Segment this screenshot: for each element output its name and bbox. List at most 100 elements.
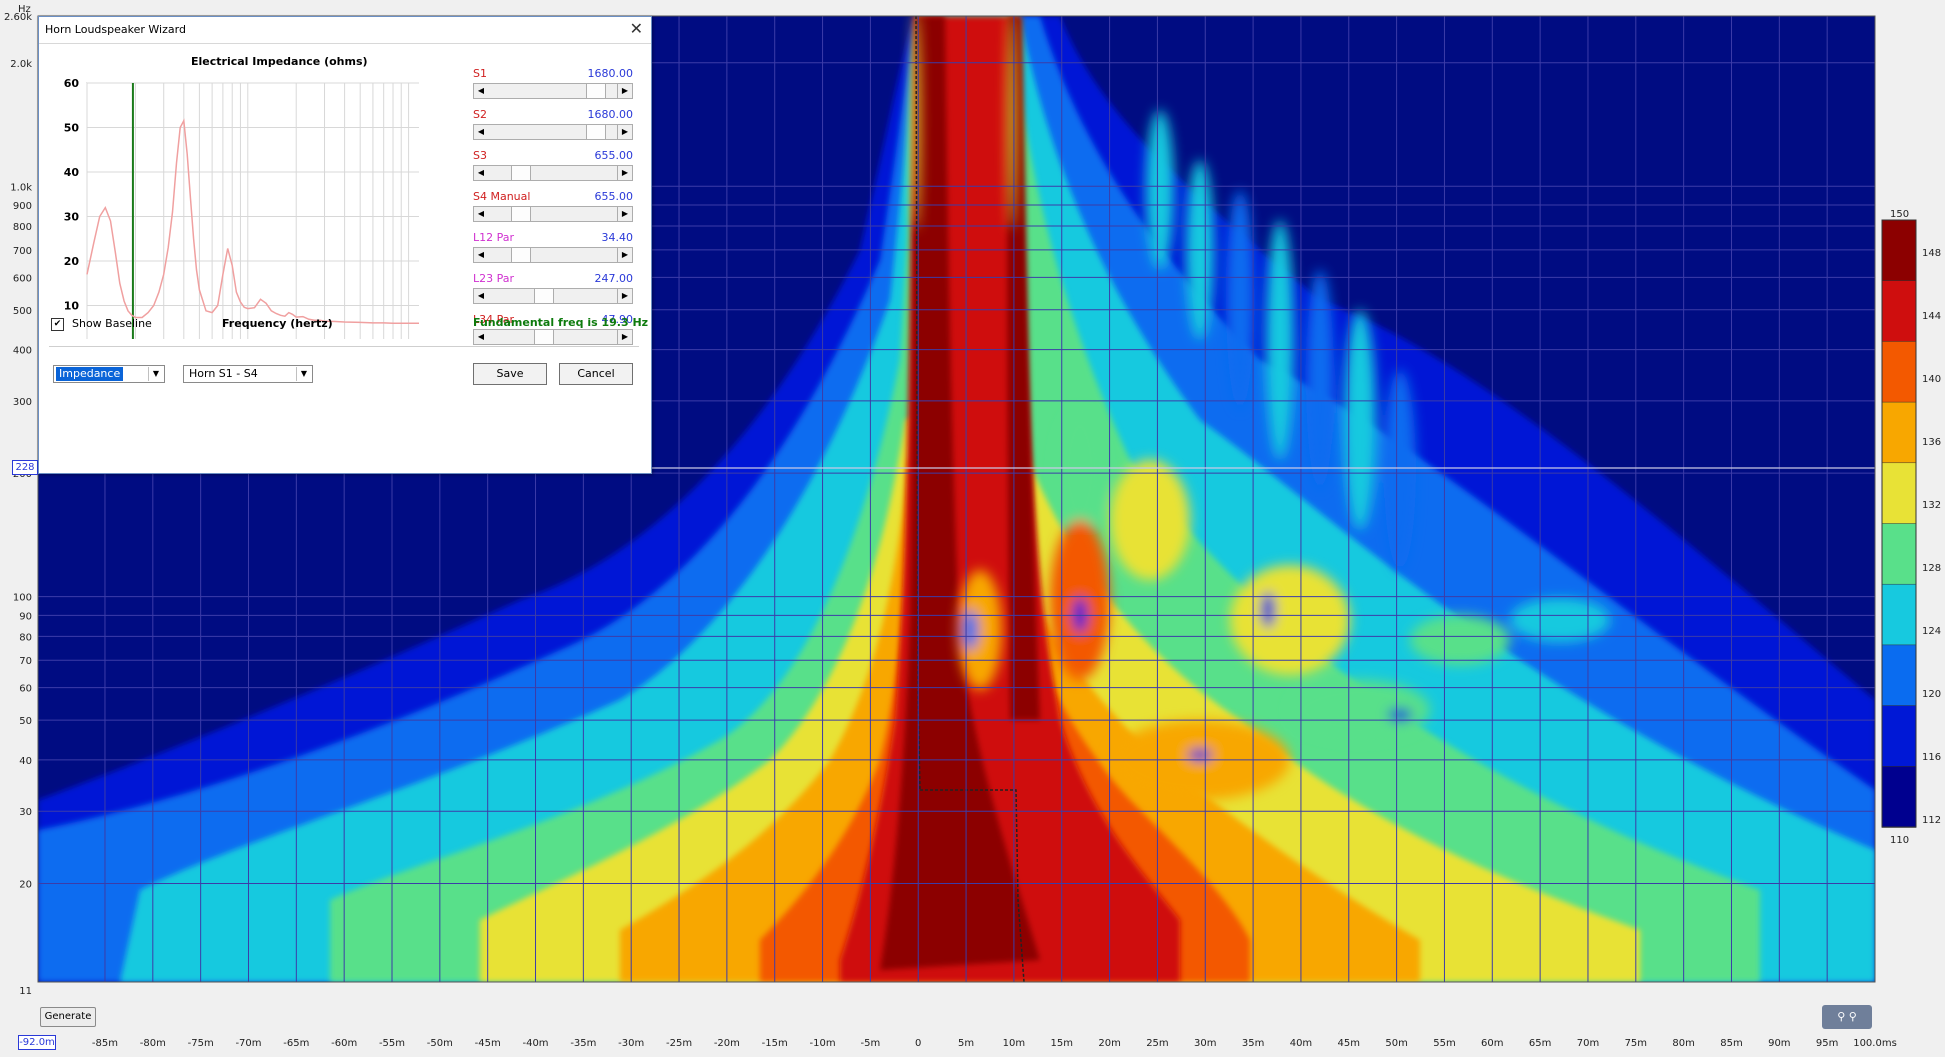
arrow-left-icon[interactable]: ◀ (474, 248, 488, 262)
x-tick-label: 15m (1051, 1038, 1073, 1049)
x-tick-label: 50m (1385, 1038, 1407, 1049)
y-tick-label: 90 (19, 611, 32, 622)
y-tick-label: 11 (19, 986, 32, 997)
slider-s1[interactable]: ◀ ▶ (473, 83, 633, 99)
x-tick-label: -10m (810, 1038, 836, 1049)
y-tick-label: 400 (13, 346, 32, 357)
color-scale-label: 148 (1922, 248, 1941, 259)
slider-thumb[interactable] (510, 248, 531, 262)
x-tick-label: 85m (1720, 1038, 1742, 1049)
save-button[interactable]: Save (473, 363, 547, 385)
y-tick-label: 500 (13, 306, 32, 317)
x-tick-label: 55m (1433, 1038, 1455, 1049)
color-scale-band (1881, 644, 1917, 707)
slider-label-s4: S4 Manual (473, 190, 531, 203)
slider-s4[interactable]: ◀ ▶ (473, 206, 633, 222)
arrow-left-icon[interactable]: ◀ (474, 330, 488, 344)
section-select[interactable]: Horn S1 - S4 ▼ (183, 365, 313, 383)
chevron-down-icon[interactable]: ▼ (148, 367, 163, 381)
slider-s3[interactable]: ◀ ▶ (473, 165, 633, 181)
arrow-right-icon[interactable]: ▶ (617, 207, 632, 221)
x-tick-label: -65m (283, 1038, 309, 1049)
color-scale-label: 150 (1890, 209, 1909, 220)
arrow-right-icon[interactable]: ▶ (617, 84, 632, 98)
plot-type-value: Impedance (56, 367, 124, 381)
color-scale-label: 128 (1922, 563, 1941, 574)
checkbox-box[interactable]: ✔ (51, 317, 64, 331)
dialog-titlebar[interactable]: Horn Loudspeaker Wizard ✕ (39, 17, 651, 44)
color-scale-band (1881, 705, 1917, 768)
y-tick-label: 20 (19, 879, 32, 890)
slider-value-l12: 34.40 (601, 231, 634, 244)
slider-l34[interactable]: ◀ ▶ (473, 329, 633, 345)
x-tick-label: 25m (1146, 1038, 1168, 1049)
color-scale-label: 144 (1922, 311, 1941, 322)
slider-thumb[interactable] (510, 166, 531, 180)
y-tick-label: 50 (64, 122, 80, 135)
y-tick-label: 60 (19, 684, 32, 695)
slider-thumb[interactable] (586, 125, 607, 139)
close-icon[interactable]: ✕ (630, 21, 643, 37)
y-tick-label: 600 (13, 273, 32, 284)
y-axis-ticks: 2.60k2.0k1.0k900800700600500400300200100… (4, 12, 32, 997)
frequency-cursor-readout: 228 (12, 460, 38, 475)
arrow-right-icon[interactable]: ▶ (617, 330, 632, 344)
x-tick-label: -85m (92, 1038, 118, 1049)
y-tick-label: 40 (64, 166, 80, 179)
y-tick-label: 70 (19, 656, 32, 667)
x-tick-label: -25m (666, 1038, 692, 1049)
color-scale-label: 132 (1922, 500, 1941, 511)
plot-type-select[interactable]: Impedance ▼ (53, 365, 165, 383)
arrow-right-icon[interactable]: ▶ (617, 289, 632, 303)
y-tick-label: 100 (13, 593, 32, 604)
slider-thumb[interactable] (510, 207, 531, 221)
color-scale-label: 140 (1922, 374, 1941, 385)
x-tick-label: -45m (475, 1038, 501, 1049)
impedance-chart: 6050403020100 102468100246810002 (64, 77, 419, 339)
x-tick-label: -50m (427, 1038, 453, 1049)
slider-l12[interactable]: ◀ ▶ (473, 247, 633, 263)
section-value: Horn S1 - S4 (189, 367, 258, 380)
slider-label-s1: S1 (473, 67, 487, 80)
color-scale-band (1881, 523, 1917, 585)
slider-label-l12: L12 Par (473, 231, 515, 244)
color-scale-band (1881, 280, 1917, 343)
x-tick-label: -60m (331, 1038, 357, 1049)
arrow-right-icon[interactable]: ▶ (617, 166, 632, 180)
arrow-left-icon[interactable]: ◀ (474, 84, 488, 98)
x-tick-label: -80m (140, 1038, 166, 1049)
x-tick-label: 95m (1816, 1038, 1838, 1049)
fundamental-frequency-text: Fundamental freq is 19.3 Hz (473, 316, 649, 329)
x-tick-label: 70m (1577, 1038, 1599, 1049)
arrow-left-icon[interactable]: ◀ (474, 166, 488, 180)
chevron-down-icon[interactable]: ▼ (296, 367, 311, 381)
arrow-left-icon[interactable]: ◀ (474, 289, 488, 303)
cancel-button[interactable]: Cancel (559, 363, 633, 385)
slider-l23[interactable]: ◀ ▶ (473, 288, 633, 304)
x-tick-label: 20m (1098, 1038, 1120, 1049)
generate-button[interactable]: Generate (40, 1007, 96, 1027)
impedance-plot-area (86, 82, 419, 339)
x-tick-label: 80m (1672, 1038, 1694, 1049)
color-scale-label: 124 (1922, 626, 1941, 637)
x-tick-label: 0 (915, 1038, 921, 1049)
slider-thumb[interactable] (533, 330, 554, 344)
slider-thumb[interactable] (533, 289, 554, 303)
x-tick-label: -15m (762, 1038, 788, 1049)
arrow-left-icon[interactable]: ◀ (474, 207, 488, 221)
arrow-right-icon[interactable]: ▶ (617, 125, 632, 139)
arrow-left-icon[interactable]: ◀ (474, 125, 488, 139)
impedance-chart-title: Electrical Impedance (ohms) (191, 55, 368, 68)
color-scale-band (1881, 462, 1917, 525)
x-tick-label: -40m (522, 1038, 548, 1049)
x-tick-label: -20m (714, 1038, 740, 1049)
dialog-separator (49, 346, 639, 347)
slider-s2[interactable]: ◀ ▶ (473, 124, 633, 140)
show-baseline-checkbox[interactable]: ✔ Show Baseline (51, 317, 152, 331)
zoom-icon[interactable]: ⚲ ⚲ (1822, 1005, 1872, 1029)
horn-wizard-dialog: Horn Loudspeaker Wizard ✕ Electrical Imp… (38, 16, 652, 474)
x-tick-label: 75m (1625, 1038, 1647, 1049)
slider-thumb[interactable] (586, 84, 607, 98)
y-tick-label: 60 (64, 77, 80, 90)
arrow-right-icon[interactable]: ▶ (617, 248, 632, 262)
